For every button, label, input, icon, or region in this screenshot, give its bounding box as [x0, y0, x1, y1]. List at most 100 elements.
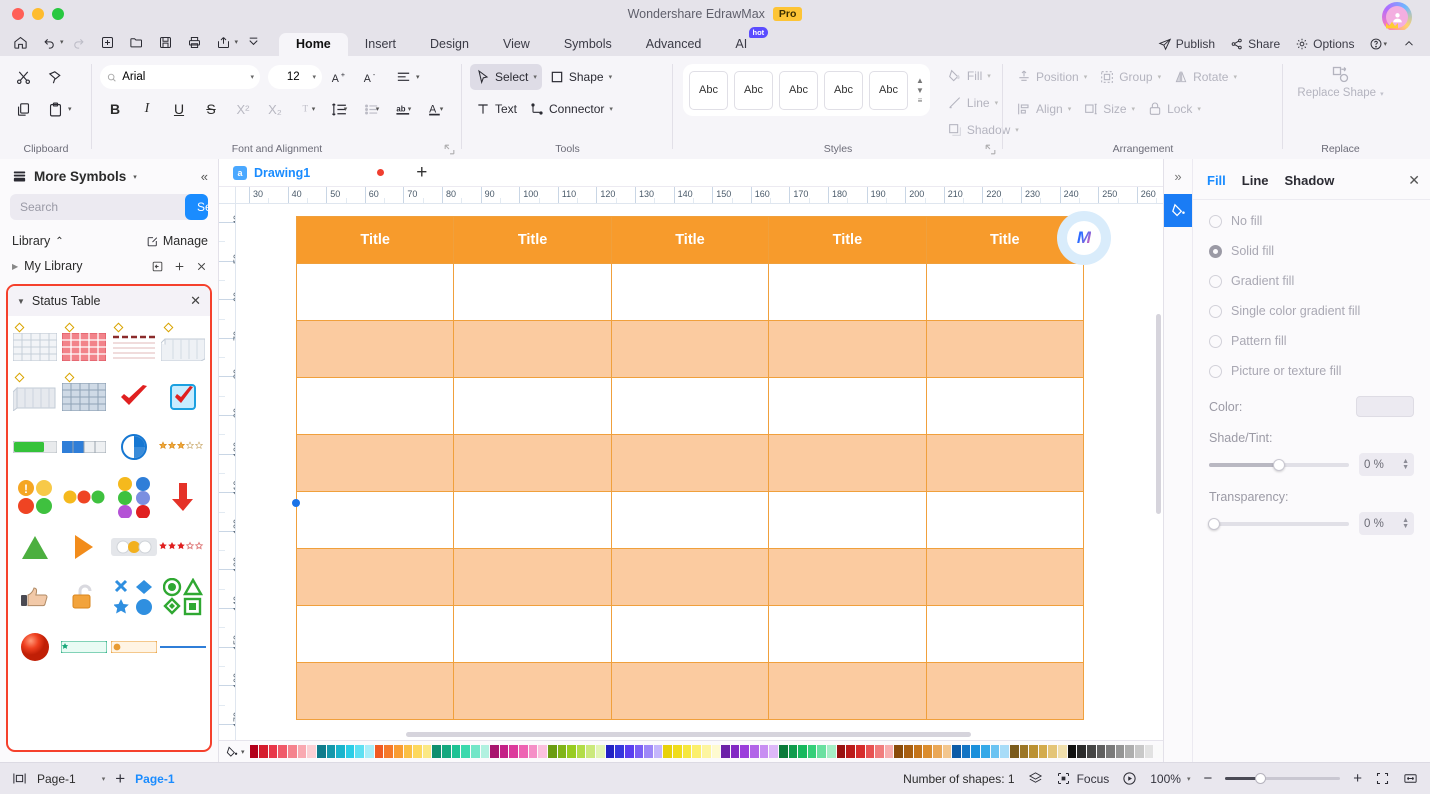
tab-view[interactable]: View — [486, 33, 547, 56]
table-cell[interactable] — [295, 263, 455, 321]
table-cell[interactable] — [925, 263, 1085, 321]
color-swatch[interactable] — [413, 745, 422, 758]
my-library-row[interactable]: ▶ My Library — [0, 252, 218, 280]
close-panel-icon[interactable]: ✕ — [1408, 172, 1420, 189]
table-row[interactable] — [295, 434, 1085, 492]
color-swatch[interactable] — [442, 745, 451, 758]
color-swatch[interactable] — [942, 745, 952, 758]
table-cell[interactable] — [925, 605, 1085, 663]
color-swatch[interactable] — [981, 745, 990, 758]
fill-option-solid-fill[interactable]: Solid fill — [1209, 244, 1414, 258]
collapse-ribbon-button[interactable] — [1396, 35, 1422, 53]
increase-font-size-button[interactable]: A + — [324, 63, 354, 91]
page-tab-page-1[interactable]: Page-1 — [135, 772, 174, 786]
color-swatch[interactable] — [1009, 745, 1019, 758]
color-swatch[interactable] — [403, 745, 413, 758]
undo-dropdown-icon[interactable]: ▾ — [60, 38, 64, 46]
page-dropdown[interactable]: Page-1 ▾ — [37, 772, 105, 786]
color-swatch[interactable] — [432, 745, 442, 758]
symbols-panel-dropdown-icon[interactable]: ▾ — [133, 173, 137, 181]
lock-button[interactable]: Lock ▾ — [1142, 96, 1206, 122]
connector-tool-button[interactable]: Connector ▾ — [524, 96, 618, 122]
align-dropdown-icon[interactable]: ▾ — [416, 73, 420, 81]
color-swatch[interactable] — [557, 745, 567, 758]
color-swatch[interactable] — [701, 745, 711, 758]
color-swatch[interactable] — [740, 745, 750, 758]
lock-dropdown-icon[interactable]: ▾ — [1197, 105, 1201, 113]
transparency-slider[interactable] — [1208, 517, 1349, 530]
highlight-dropdown-icon[interactable]: ▾ — [408, 105, 412, 113]
selection-handle[interactable] — [292, 499, 300, 507]
table-cell[interactable] — [295, 662, 455, 720]
ai-assistant-button[interactable]: M — [1057, 211, 1111, 265]
status-table-collapse-icon[interactable]: ▼ — [17, 297, 25, 306]
color-swatch[interactable] — [836, 745, 846, 758]
add-document-tab-button[interactable]: + — [416, 163, 427, 182]
style-preview-1[interactable]: Abc — [689, 70, 728, 110]
color-swatch[interactable] — [288, 745, 297, 758]
color-swatch[interactable] — [326, 745, 336, 758]
cut-button[interactable] — [8, 63, 38, 91]
color-swatch[interactable] — [1019, 745, 1029, 758]
table-cell[interactable] — [925, 548, 1085, 606]
color-swatch[interactable] — [961, 745, 971, 758]
color-swatch[interactable] — [730, 745, 740, 758]
table-header-cell[interactable]: Title — [610, 216, 770, 264]
table-cell[interactable] — [610, 662, 770, 720]
table-red-icon[interactable] — [60, 322, 110, 372]
table-cell[interactable] — [768, 263, 927, 321]
font-family-input[interactable]: ▾ — [100, 65, 260, 89]
export-icon[interactable] — [210, 31, 238, 53]
table-blue-icon[interactable] — [60, 372, 110, 422]
decrease-font-size-button[interactable]: A- — [356, 63, 386, 91]
bullet-list-dropdown-icon[interactable]: ▾ — [376, 105, 380, 113]
table-cell[interactable] — [295, 491, 455, 549]
color-swatch[interactable] — [365, 745, 374, 758]
color-swatch[interactable] — [884, 745, 894, 758]
table-row[interactable] — [295, 263, 1085, 321]
color-swatch[interactable] — [769, 745, 778, 758]
table-grid-icon[interactable] — [10, 322, 60, 372]
align-button[interactable]: Align ▾ — [1011, 96, 1076, 122]
color-swatch[interactable] — [461, 745, 470, 758]
table-cell[interactable] — [768, 662, 927, 720]
color-swatch[interactable] — [1144, 745, 1154, 758]
table-cell[interactable] — [295, 548, 455, 606]
color-swatch[interactable] — [634, 745, 644, 758]
select-tool-button[interactable]: Select ▾ — [470, 64, 542, 90]
triangle-right-orange-icon[interactable] — [60, 522, 110, 572]
search-input[interactable] — [10, 200, 185, 214]
new-icon[interactable] — [94, 31, 122, 53]
color-swatch[interactable] — [528, 745, 538, 758]
color-swatch-button[interactable] — [1356, 396, 1414, 417]
subscript-button[interactable]: X₂ — [260, 95, 290, 123]
color-swatch[interactable] — [567, 745, 576, 758]
table-cell[interactable] — [453, 491, 612, 549]
color-swatch[interactable] — [576, 745, 586, 758]
color-swatch[interactable] — [923, 745, 932, 758]
color-swatch[interactable] — [259, 745, 268, 758]
color-swatch[interactable] — [336, 745, 345, 758]
table-cell[interactable] — [610, 548, 770, 606]
color-swatch[interactable] — [624, 745, 634, 758]
arrow-down-red-icon[interactable] — [159, 472, 209, 522]
position-button[interactable]: Position ▾ — [1011, 64, 1092, 90]
status-table-close-icon[interactable]: ✕ — [190, 293, 201, 309]
add-page-button[interactable]: + — [115, 769, 125, 789]
connector-dropdown-icon[interactable]: ▾ — [609, 105, 613, 113]
progress-blue-icon[interactable] — [60, 422, 110, 472]
stars-rating-icon[interactable] — [159, 422, 209, 472]
red-sphere-icon[interactable] — [10, 622, 60, 672]
table-cell[interactable] — [453, 548, 612, 606]
table-header-cell[interactable]: Title — [453, 216, 612, 264]
manage-button[interactable]: Manage — [146, 234, 208, 248]
styles-scroll-up-icon[interactable]: ▲ — [916, 76, 924, 84]
strikethrough-button[interactable]: S — [196, 95, 226, 123]
tab-shadow[interactable]: Shadow — [1285, 173, 1351, 188]
font-family-dropdown-icon[interactable]: ▾ — [250, 73, 254, 81]
table-cell[interactable] — [768, 491, 927, 549]
presentation-button[interactable] — [1122, 771, 1137, 786]
help-button[interactable]: ▾ — [1363, 35, 1393, 53]
color-swatch[interactable] — [278, 745, 288, 758]
more-icon[interactable] — [239, 31, 267, 53]
